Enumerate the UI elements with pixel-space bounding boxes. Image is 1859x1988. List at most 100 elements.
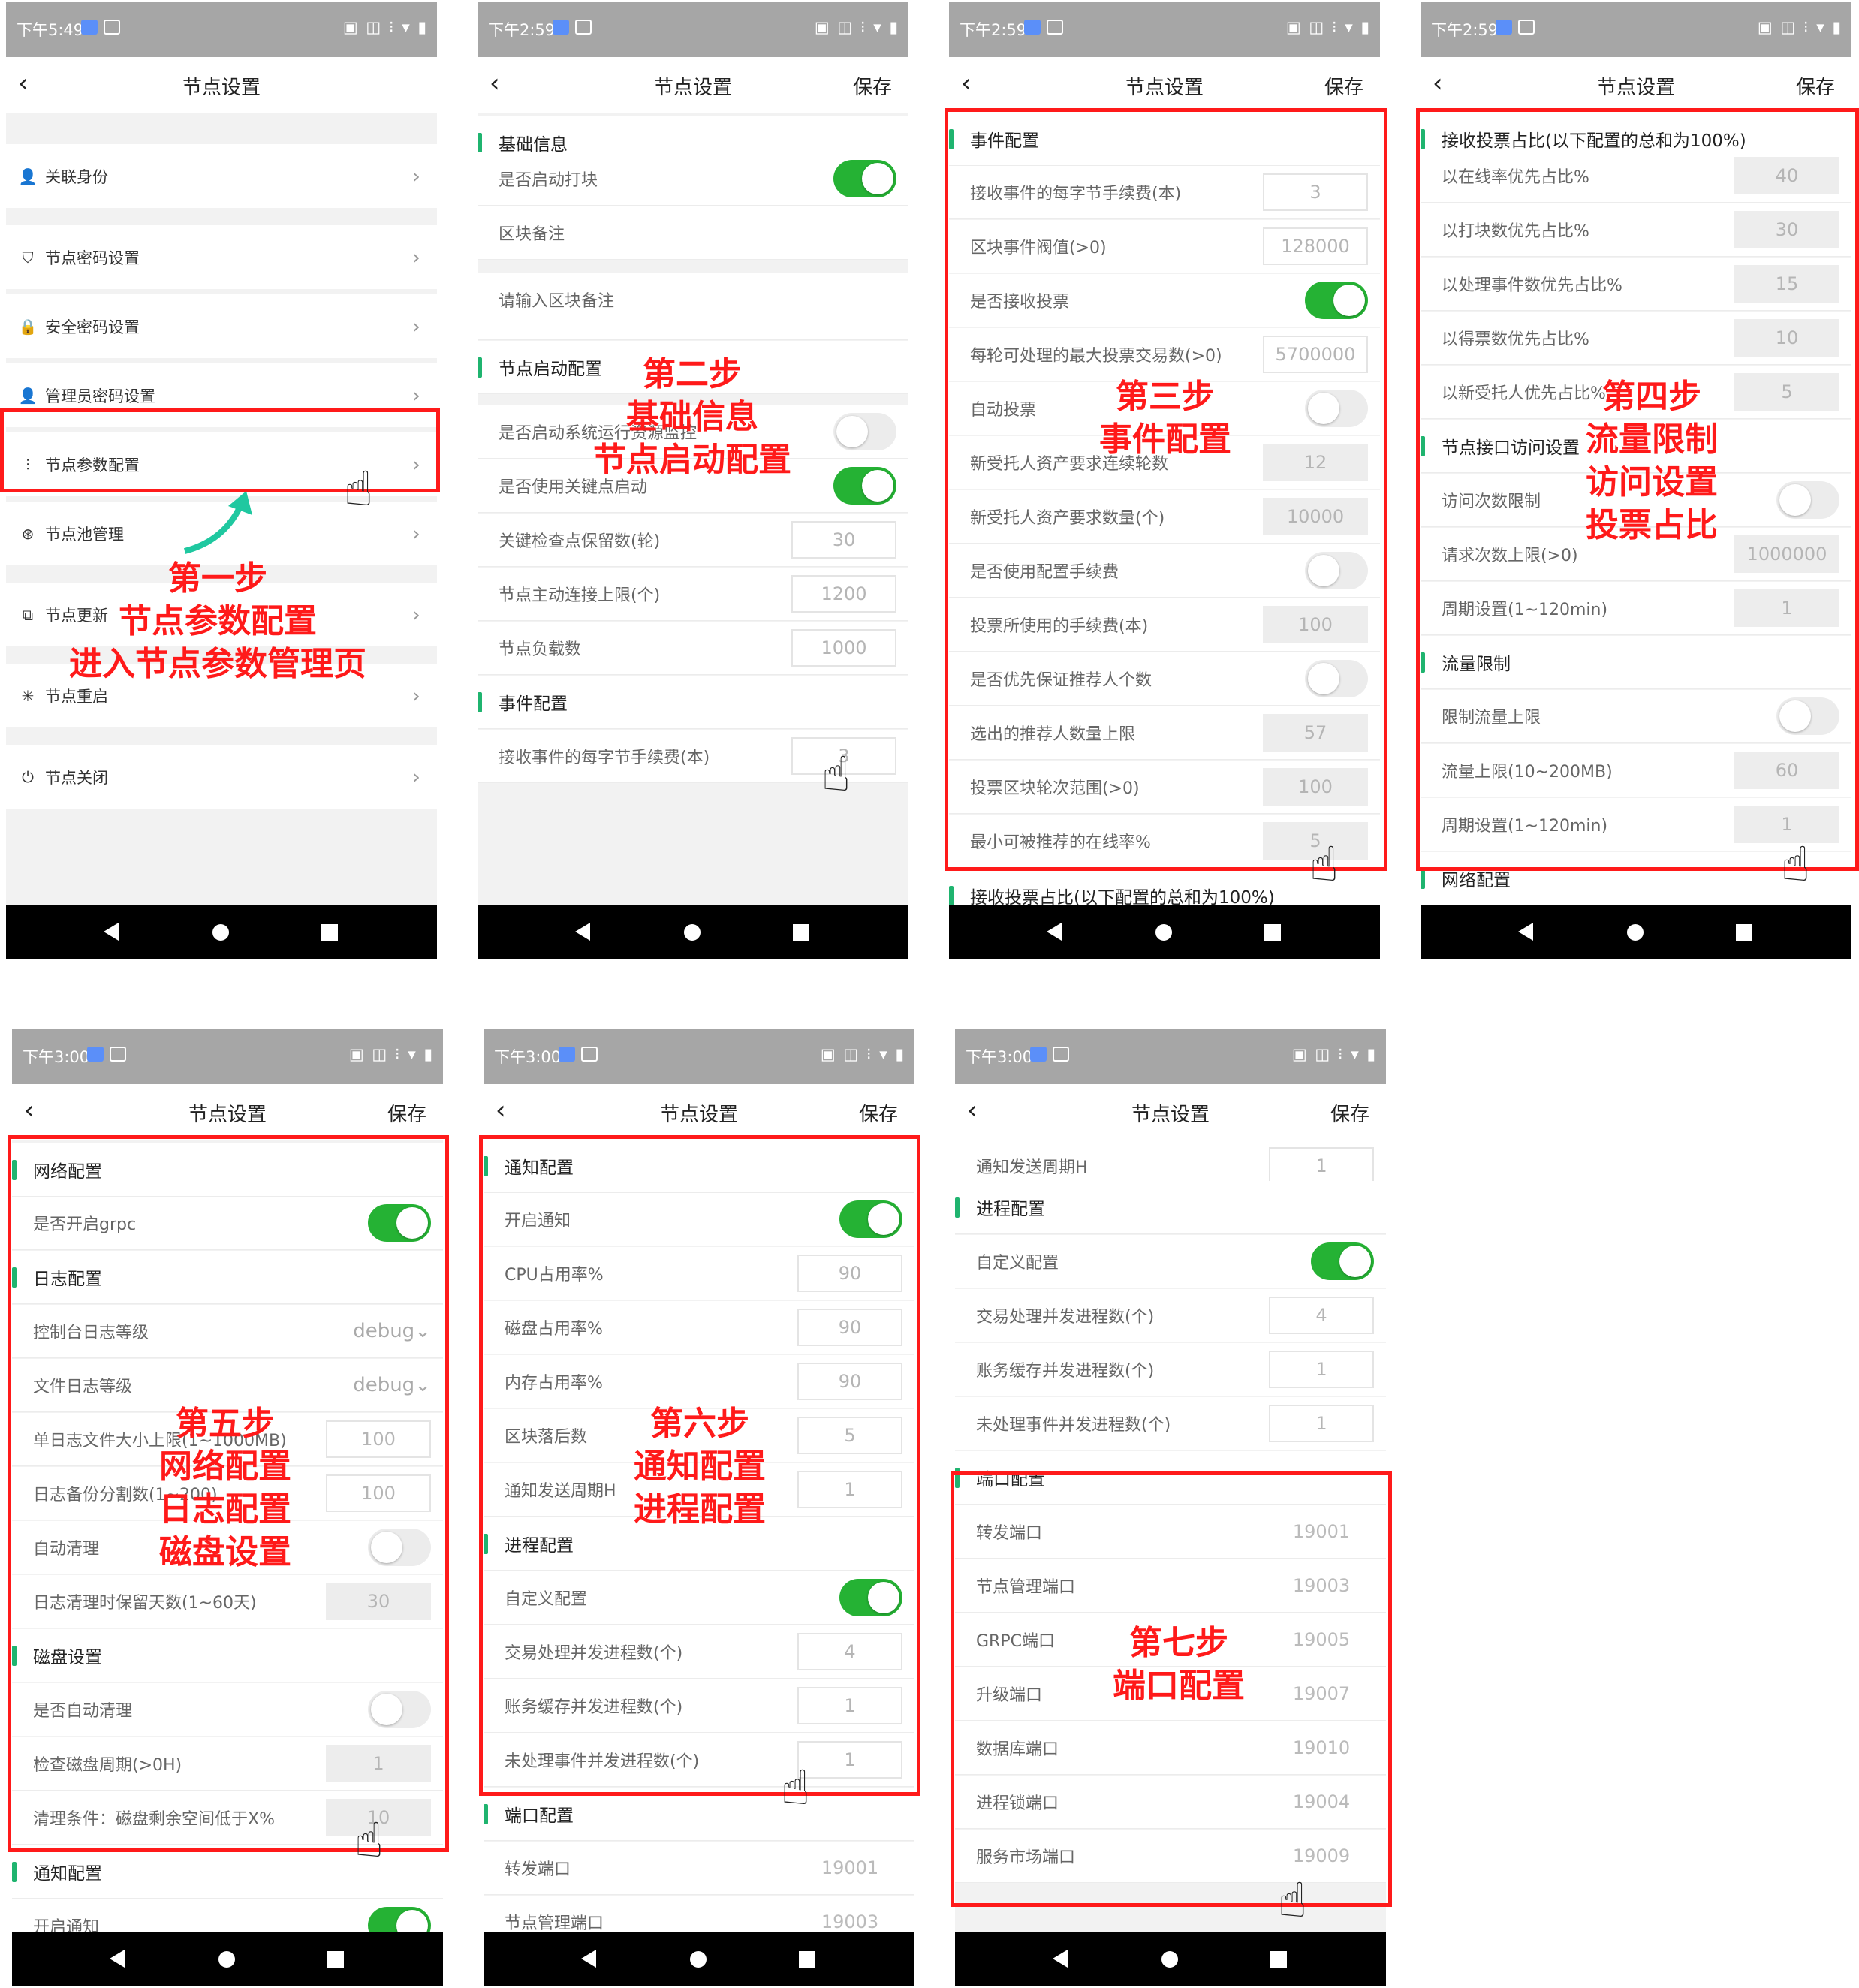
nav-back-icon[interactable] (110, 1950, 125, 1968)
status-bar: 下午3:00 ▣ ◫ ⁝ ▾ ▮ (955, 1029, 1386, 1084)
number-input[interactable]: 30 (791, 521, 896, 559)
annotation-line: 日志配置 (159, 1490, 291, 1529)
save-button[interactable]: 保存 (387, 1099, 426, 1127)
remark-textarea[interactable]: 请输入区块备注 (499, 288, 896, 312)
annotation-line: 第七步 (1129, 1624, 1228, 1662)
page-title: 节点设置 (182, 77, 261, 99)
status-icons: ▣ ◫ ⁝ ▾ ▮ (1285, 18, 1371, 36)
page-title: 节点设置 (1131, 1104, 1210, 1126)
save-button[interactable]: 保存 (1330, 1099, 1369, 1127)
setting-label: 关键检查点保留数(轮) (499, 532, 661, 551)
section-title: 端口配置 (505, 1806, 574, 1826)
section-title: 接收投票占比(以下配置的总和为100%) (970, 888, 1275, 905)
toggle-switch[interactable] (833, 160, 896, 197)
toggle-switch[interactable] (833, 467, 896, 505)
chevron-right-icon: › (411, 602, 420, 627)
setting-row[interactable]: 自定义配置 (955, 1235, 1386, 1288)
title-bar: ‹ 节点设置 保存 (484, 1084, 914, 1140)
setting-label: 转发端口 (505, 1860, 571, 1879)
setting-row[interactable]: 交易处理并发进程数(个) 4 (955, 1289, 1386, 1342)
number-input[interactable]: 1000 (791, 629, 896, 667)
status-time: 下午2:59 (1431, 21, 1499, 39)
setting-label: 节点主动连接上限(个) (499, 586, 661, 605)
nav-recents-icon[interactable] (321, 924, 338, 941)
number-input[interactable]: 1 (1269, 1147, 1374, 1185)
nav-home-icon[interactable] (690, 1951, 707, 1968)
setting-row[interactable]: 转发端口 19001 (484, 1842, 914, 1895)
nav-back-icon[interactable] (581, 1950, 596, 1968)
title-bar: ‹ 节点设置 保存 (955, 1084, 1386, 1140)
setting-row[interactable]: 关键检查点保留数(轮) 30 (478, 514, 908, 567)
notification-icon (81, 20, 98, 35)
save-button[interactable]: 保存 (1324, 72, 1363, 100)
page-title: 节点设置 (1596, 77, 1675, 99)
port-value[interactable]: 19001 (797, 1857, 902, 1878)
annotation-line: 磁盘设置 (159, 1533, 291, 1571)
nav-recents-icon[interactable] (1264, 924, 1281, 941)
toggle-switch[interactable] (1311, 1242, 1374, 1280)
number-input[interactable]: 4 (1269, 1297, 1374, 1334)
status-icons: ▣ ◫ ⁝ ▾ ▮ (348, 1045, 434, 1063)
nav-home-icon[interactable] (1627, 924, 1644, 941)
nav-back-icon[interactable] (1047, 923, 1062, 941)
nav-back-icon[interactable] (575, 923, 590, 941)
menu-item[interactable]: 🔒 安全密码设置 › (6, 294, 437, 358)
nav-home-icon[interactable] (684, 924, 701, 941)
step-annotation: 第四步 流量限制 访问设置 投票占比 (1586, 375, 1718, 547)
menu-item[interactable]: ⛉ 节点密码设置 › (6, 225, 437, 289)
pointer-hand-icon: ☝ (354, 1813, 384, 1869)
notification-icon (1030, 1047, 1047, 1062)
save-button[interactable]: 保存 (1796, 72, 1835, 100)
setting-row[interactable]: 未处理事件并发进程数(个) 1 (955, 1397, 1386, 1450)
setting-row[interactable]: 是否启动打块 (478, 152, 908, 206)
android-nav-bar (484, 1932, 914, 1986)
nav-recents-icon[interactable] (327, 1951, 344, 1968)
setting-row[interactable]: 开启通知 (12, 1899, 443, 1932)
section-header: 事件配置 (478, 676, 908, 729)
menu-item[interactable]: ⏻ 节点关闭 › (6, 745, 437, 809)
menu-item[interactable]: 👤 关联身份 › (6, 144, 437, 208)
number-input[interactable]: 1 (1269, 1405, 1374, 1442)
annotation-line: 端口配置 (1113, 1667, 1245, 1705)
status-bar: 下午3:00 ▣ ◫ ⁝ ▾ ▮ (484, 1029, 914, 1084)
title-bar: ‹ 节点设置 (6, 57, 437, 113)
nav-home-icon[interactable] (212, 924, 229, 941)
number-input[interactable]: 1200 (791, 575, 896, 613)
nav-back-icon[interactable] (1053, 1950, 1068, 1968)
annotation-line: 节点启动配置 (593, 441, 791, 479)
android-nav-bar (1421, 905, 1851, 959)
nav-back-icon[interactable] (1518, 923, 1533, 941)
section-header: 进程配置 (955, 1181, 1386, 1234)
save-button[interactable]: 保存 (859, 1099, 898, 1127)
setting-row[interactable]: 账务缓存并发进程数(个) 1 (955, 1343, 1386, 1396)
chevron-right-icon: › (411, 764, 420, 789)
nav-back-icon[interactable] (104, 923, 119, 941)
nav-recents-icon[interactable] (1270, 1951, 1287, 1968)
setting-row[interactable]: 节点负载数 1000 (478, 622, 908, 675)
toggle-switch[interactable] (368, 1907, 431, 1932)
chevron-right-icon: › (411, 683, 420, 708)
setting-label: 节点负载数 (499, 640, 582, 659)
menu-item-label: 节点关闭 (45, 768, 108, 787)
nav-home-icon[interactable] (1155, 924, 1172, 941)
setting-row[interactable]: 节点主动连接上限(个) 1200 (478, 568, 908, 621)
title-bar: ‹ 节点设置 保存 (1421, 57, 1851, 113)
nav-home-icon[interactable] (218, 1951, 235, 1968)
annotation-line: 第五步 (176, 1405, 275, 1443)
message-icon (1053, 1047, 1069, 1062)
nav-home-icon[interactable] (1161, 1951, 1178, 1968)
setting-row[interactable]: 节点管理端口 19003 (484, 1896, 914, 1932)
title-bar: ‹ 节点设置 保存 (478, 57, 908, 113)
menu-item-label: 安全密码设置 (45, 318, 140, 336)
nav-recents-icon[interactable] (1736, 924, 1752, 941)
toggle-switch[interactable] (833, 413, 896, 450)
annotation-line: 第一步 (168, 559, 267, 598)
number-input[interactable]: 1 (1269, 1351, 1374, 1388)
nav-recents-icon[interactable] (799, 1951, 815, 1968)
nav-recents-icon[interactable] (793, 924, 809, 941)
port-value[interactable]: 19003 (797, 1911, 902, 1932)
status-icons: ▣ ◫ ⁝ ▾ ▮ (1291, 1045, 1377, 1063)
step-annotation: 第六步 通知配置 进程配置 (634, 1402, 766, 1531)
setting-row[interactable]: 请输入区块备注 (478, 273, 908, 340)
save-button[interactable]: 保存 (853, 72, 892, 100)
